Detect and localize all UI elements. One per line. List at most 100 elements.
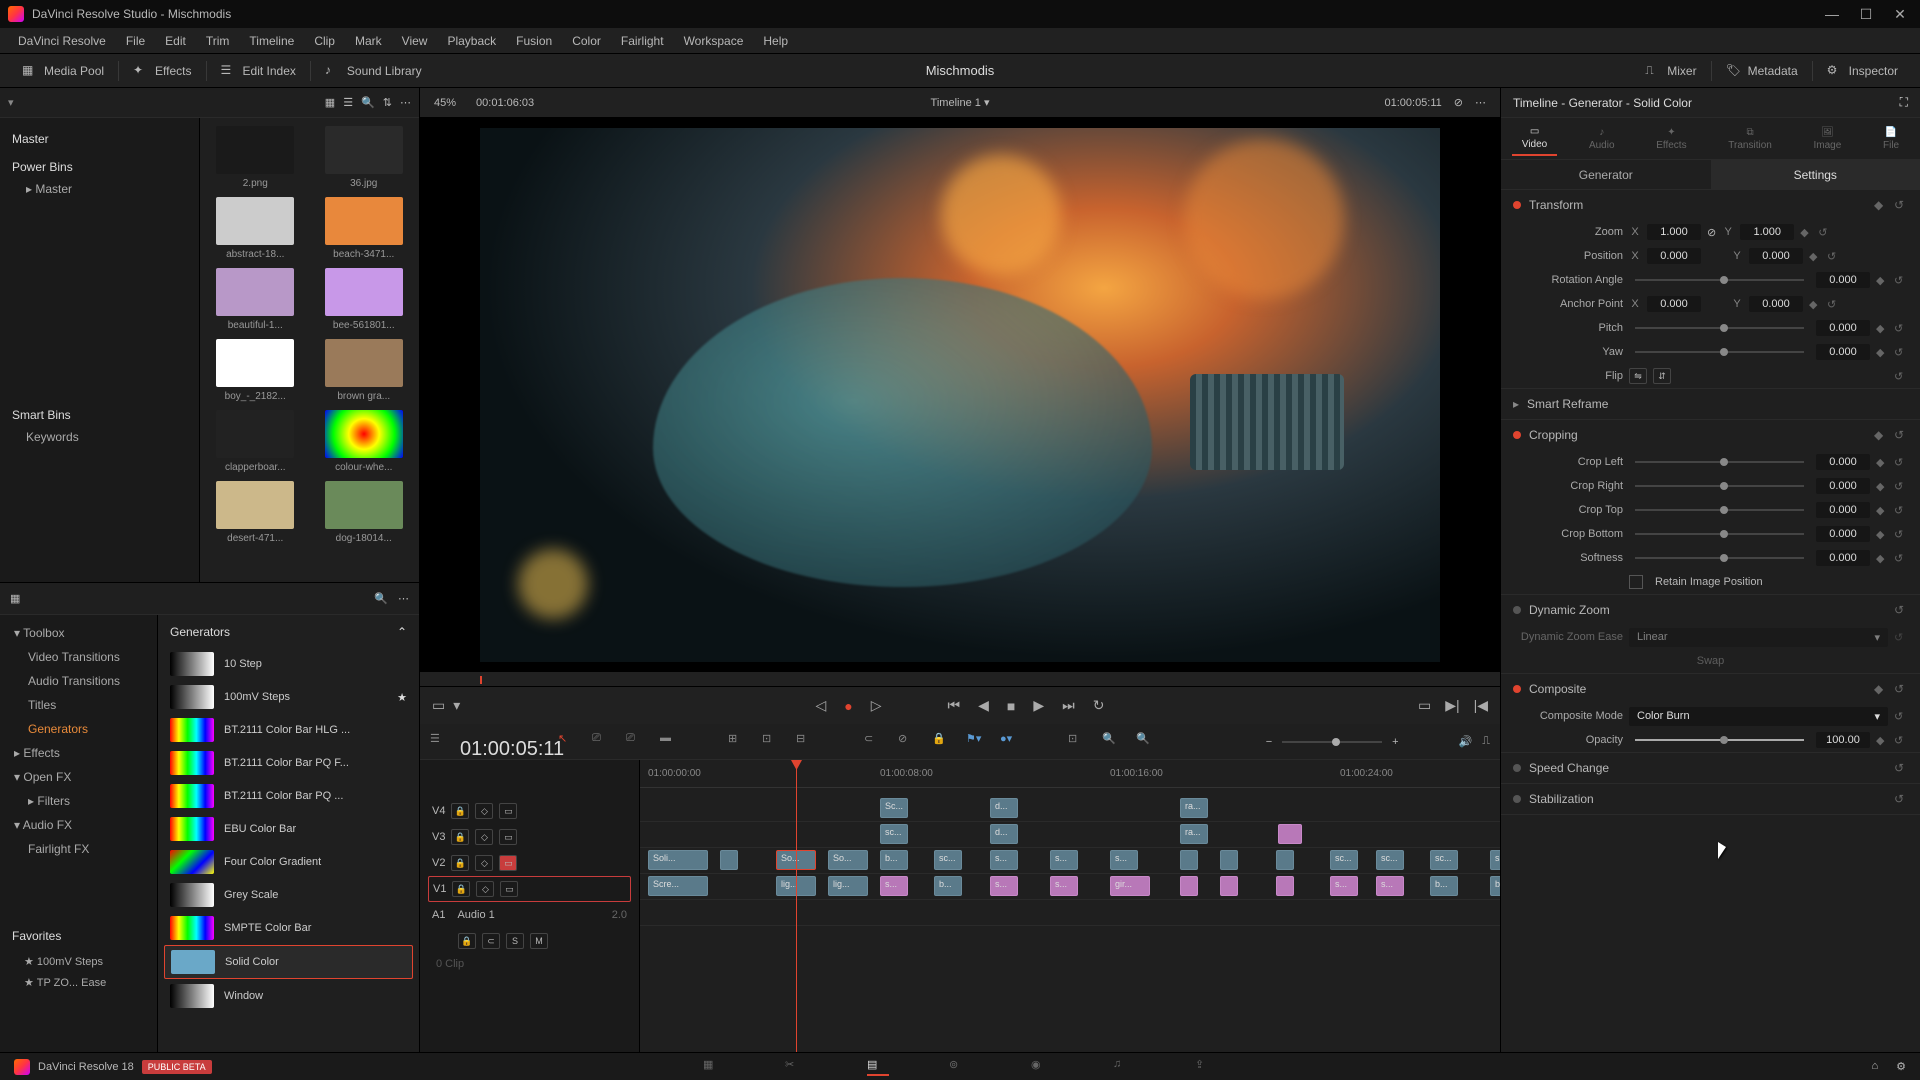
page-color-icon[interactable]: ◉ — [1031, 1058, 1053, 1076]
retain-checkbox[interactable] — [1629, 575, 1643, 589]
tab-file[interactable]: 📄File — [1873, 123, 1909, 155]
speed-change-header[interactable]: Speed Change — [1529, 761, 1609, 775]
bin-power-master[interactable]: ▸ Master — [8, 178, 191, 200]
menu-item[interactable]: Help — [763, 34, 788, 48]
fx-toolbox[interactable]: ▾ Toolbox — [0, 621, 157, 645]
composite-header[interactable]: Composite — [1529, 682, 1586, 696]
cropping-header[interactable]: Cropping — [1529, 428, 1578, 442]
timeline-clip[interactable]: s... — [990, 876, 1018, 896]
smart-reframe-header[interactable]: Smart Reframe — [1527, 397, 1608, 411]
replace-icon[interactable]: ⊟ — [796, 732, 816, 752]
zoom-detail-icon[interactable]: 🔍 — [1102, 732, 1122, 752]
generator-item[interactable]: 100mV Steps★ — [164, 681, 413, 713]
match-frame-icon[interactable]: ▭ — [1418, 697, 1431, 714]
timeline-clip[interactable]: s... — [1050, 850, 1078, 870]
page-edit-icon[interactable]: ▤ — [867, 1058, 889, 1076]
zoom-in-icon[interactable]: + — [1392, 736, 1398, 748]
zoom-custom-icon[interactable]: 🔍 — [1136, 732, 1156, 752]
generator-item[interactable]: Window — [164, 980, 413, 1012]
flip-h-icon[interactable]: ⇋ — [1629, 368, 1647, 384]
jog-playhead[interactable] — [480, 676, 482, 684]
timeline-clip[interactable] — [1180, 850, 1198, 870]
lock-icon[interactable]: 🔒 — [932, 732, 952, 752]
first-frame-icon[interactable]: ⏮ — [948, 697, 961, 714]
menu-item[interactable]: Trim — [206, 34, 230, 48]
zoom-out-icon[interactable]: − — [1266, 736, 1272, 748]
pitch-slider[interactable] — [1635, 327, 1804, 329]
zoom-value[interactable]: 45% — [434, 97, 456, 109]
fx-fairlight[interactable]: Fairlight FX — [0, 837, 157, 861]
timeline-name[interactable]: Timeline 1 ▾ — [931, 96, 990, 109]
bin-master[interactable]: Master — [8, 126, 191, 152]
menu-item[interactable]: Playback — [447, 34, 496, 48]
insert-mode-icon[interactable]: ▭ — [432, 697, 445, 714]
fx-filters[interactable]: ▸ Filters — [0, 789, 157, 813]
timeline-clip[interactable]: s... — [990, 850, 1018, 870]
link-icon[interactable]: ⊘ — [1707, 226, 1716, 239]
generator-item[interactable]: BT.2111 Color Bar HLG ... — [164, 714, 413, 746]
anchor-y[interactable]: 0.000 — [1749, 296, 1803, 312]
sound-library-toggle[interactable]: ♪Sound Library — [315, 59, 432, 83]
stabilization-header[interactable]: Stabilization — [1529, 792, 1594, 806]
track-a1-header[interactable]: A1Audio 12.0 — [428, 902, 631, 928]
timeline-clip[interactable] — [720, 850, 738, 870]
track-a1-controls[interactable]: 🔒⊂SM — [428, 928, 631, 954]
timeline-clip[interactable]: s... — [1490, 850, 1500, 870]
fx-openfx[interactable]: ▾ Open FX — [0, 765, 157, 789]
menu-item[interactable]: Fusion — [516, 34, 552, 48]
menu-item[interactable]: View — [402, 34, 428, 48]
timeline-clip[interactable]: gir... — [1110, 876, 1150, 896]
play-icon[interactable]: ▶ — [1033, 697, 1044, 714]
tab-audio[interactable]: ♪Audio — [1579, 123, 1625, 155]
fx-effects[interactable]: ▸ Effects — [0, 741, 157, 765]
mixer-mini-icon[interactable]: ⎍ — [1482, 735, 1490, 748]
timeline-clip[interactable]: s... — [1050, 876, 1078, 896]
media-thumb[interactable]: beautiful-1... — [208, 268, 303, 331]
crop-top-slider[interactable] — [1635, 509, 1804, 511]
media-thumb[interactable]: colour-whe... — [317, 410, 412, 473]
minimize-icon[interactable]: — — [1826, 8, 1838, 20]
timeline-clip[interactable] — [1276, 850, 1294, 870]
timeline-clip[interactable]: Soli... — [648, 850, 708, 870]
timeline-clip[interactable]: sc... — [1430, 850, 1458, 870]
marker-icon[interactable]: ●▾ — [1000, 732, 1020, 752]
favorite-item[interactable]: ★ TP ZO... Ease — [0, 972, 157, 993]
bypass-icon[interactable]: ⊘ — [1454, 96, 1463, 109]
view-icons-icon[interactable]: ▦ — [325, 96, 335, 109]
crop-left-slider[interactable] — [1635, 461, 1804, 463]
track-v3[interactable]: sc...d...ra... — [640, 822, 1500, 848]
timeline-clip[interactable]: ra... — [1180, 824, 1208, 844]
bin-dropdown-icon[interactable]: ▾ — [8, 96, 22, 110]
yaw-slider[interactable] — [1635, 351, 1804, 353]
prev-edit-icon[interactable]: ◁ — [815, 697, 826, 714]
rotation-slider[interactable] — [1635, 279, 1804, 281]
tab-transition[interactable]: ⧉Transition — [1718, 123, 1782, 155]
generator-item[interactable]: Solid Color — [164, 945, 413, 979]
generator-item[interactable]: 10 Step — [164, 648, 413, 680]
track-v4-header[interactable]: V4🔒◇▭ — [428, 798, 631, 824]
inspector-expand-icon[interactable]: ⛶ — [1900, 95, 1908, 110]
timeline-clip[interactable]: sc... — [1376, 850, 1404, 870]
menu-item[interactable]: Fairlight — [621, 34, 664, 48]
timeline-clip[interactable]: s... — [1330, 876, 1358, 896]
search-icon[interactable]: 🔍 — [361, 96, 375, 109]
fx-generators[interactable]: Generators — [0, 717, 157, 741]
stop-icon[interactable]: ■ — [1007, 698, 1015, 714]
playhead[interactable] — [796, 760, 797, 1052]
close-icon[interactable]: ✕ — [1894, 8, 1906, 20]
fx-vtrans[interactable]: Video Transitions — [0, 645, 157, 669]
fx-titles[interactable]: Titles — [0, 693, 157, 717]
timeline-clip[interactable]: lig... — [828, 876, 868, 896]
zoom-y[interactable]: 1.000 — [1740, 224, 1794, 240]
timeline-clip[interactable]: d... — [990, 798, 1018, 818]
track-v2-header[interactable]: V2🔒◇▭ — [428, 850, 631, 876]
generator-item[interactable]: Four Color Gradient — [164, 846, 413, 878]
track-v1-header[interactable]: V1🔒◇▭ — [428, 876, 631, 902]
fx-panel-icon[interactable]: ▦ — [10, 592, 20, 605]
viewer-options-icon[interactable]: ⋯ — [1475, 96, 1486, 109]
yaw-val[interactable]: 0.000 — [1816, 344, 1870, 360]
anchor-x[interactable]: 0.000 — [1647, 296, 1701, 312]
dynamic-zoom-header[interactable]: Dynamic Zoom — [1529, 603, 1610, 617]
media-thumb[interactable]: 2.png — [208, 126, 303, 189]
track-v1[interactable]: Scre...lig...lig...s...b...s...s...gir..… — [640, 874, 1500, 900]
